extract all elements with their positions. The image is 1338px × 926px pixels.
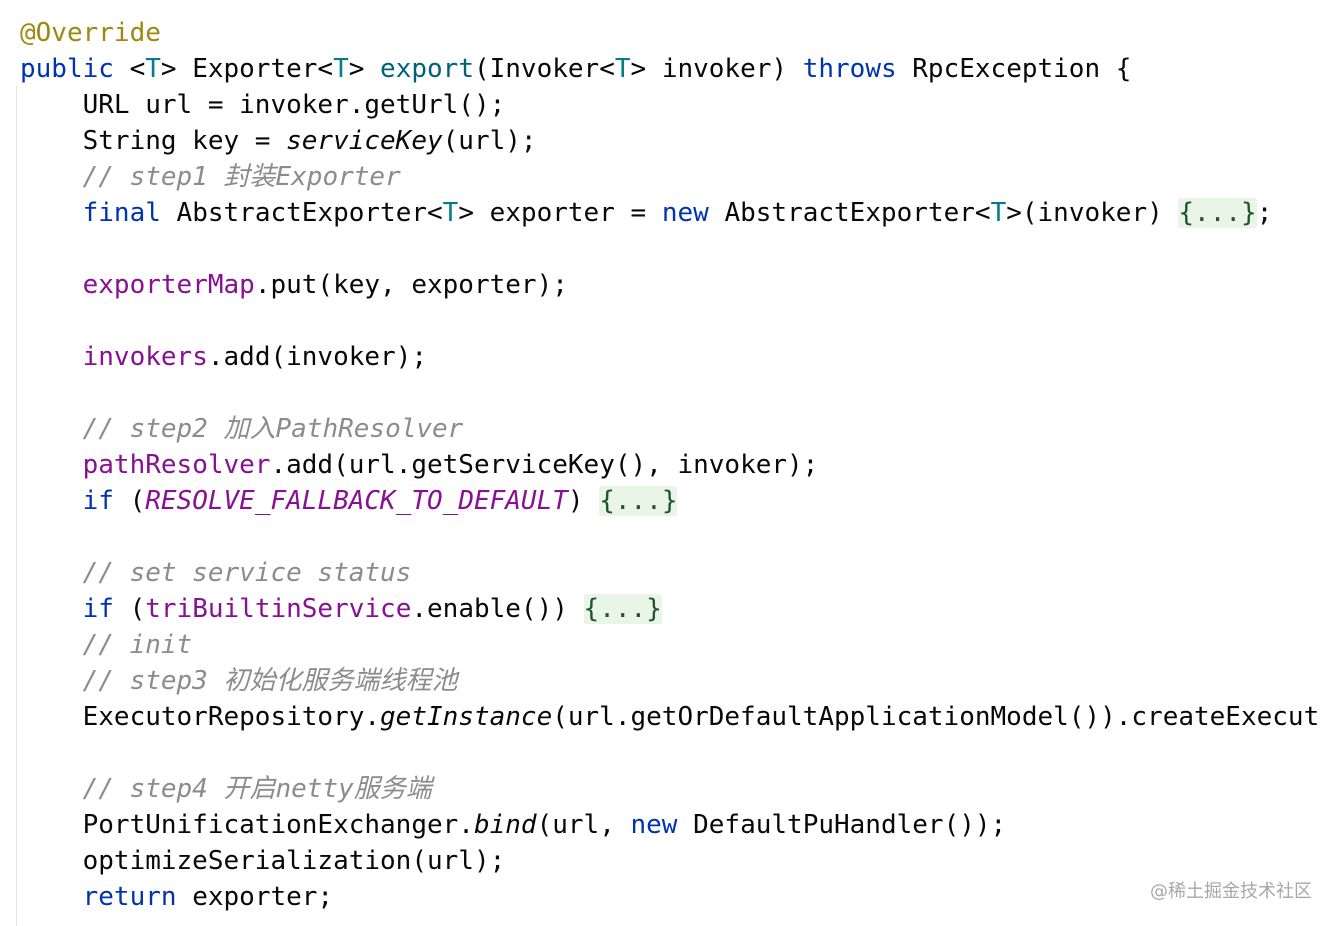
code-text: AbstractExporter< [160,198,443,228]
static-method-call: getInstance [380,702,553,732]
code-text: (url); [442,126,537,156]
keyword: return [82,882,177,912]
code-text: (url, [536,810,631,840]
code-line[interactable]: invokers.add(invoker); [20,339,427,375]
comment: // step4 开启netty服务端 [20,774,432,804]
comment: // init [20,630,193,660]
type-parameter: T [333,54,349,84]
comment: // step3 初始化服务端线程池 [20,666,458,696]
method-name: export [380,54,474,84]
code-text: .add(url.getServiceKey(), invoker); [270,450,819,480]
code-text: ExecutorRepository. [20,702,381,732]
code-text: .enable()) [411,594,584,624]
field-reference: invokers [82,342,208,372]
field-reference: triBuiltinService [145,594,412,624]
folded-code-block[interactable]: {...} [599,486,678,516]
static-method-call: serviceKey [286,126,443,156]
code-text: URL url = invoker.getUrl(); [20,90,506,120]
code-line[interactable]: // init [20,627,193,663]
code-line[interactable]: String key = serviceKey(url); [20,123,537,159]
code-line[interactable]: PortUnificationExchanger.bind(url, new D… [20,807,1007,843]
code-text: ( [113,594,146,624]
annotation: @Override [20,18,161,48]
indent-guide [16,86,17,926]
code-line[interactable]: public <T> Exporter<T> export(Invoker<T>… [20,51,1131,87]
code-line[interactable]: optimizeSerialization(url); [20,843,506,879]
code-text: > exporter = [458,198,662,228]
comment: // set service status [20,558,412,588]
code-text: (Invoker< [473,54,615,84]
field-reference: exporterMap [82,270,255,300]
type-parameter: T [442,198,459,228]
code-line[interactable]: return exporter; [20,879,333,915]
code-line[interactable]: exporterMap.put(key, exporter); [20,267,568,303]
code-line[interactable]: // step4 开启netty服务端 [20,771,432,807]
folded-code-block[interactable]: {...} [1178,198,1257,228]
code-text: > Exporter< [160,54,334,84]
code-line[interactable]: if (triBuiltinService.enable()) {...} [20,591,662,627]
code-text: String key = [20,126,287,156]
static-method-call: bind [473,810,537,840]
code-text: > invoker) [630,54,803,84]
code-text: ( [113,486,146,516]
field-reference: pathResolver [82,450,271,480]
code-line[interactable]: // step2 加入PathResolver [20,411,464,447]
code-text: > [348,54,381,84]
watermark: @稀土掘金技术社区 [1150,881,1312,902]
code-line[interactable]: if (RESOLVE_FALLBACK_TO_DEFAULT) {...} [20,483,678,519]
keyword: final [82,198,161,228]
code-line[interactable]: final AbstractExporter<T> exporter = new… [20,195,1272,231]
comment: // step1 封装Exporter [20,162,401,192]
code-text: AbstractExporter< [708,198,991,228]
code-text: .add(invoker); [207,342,428,372]
comment: // step2 加入PathResolver [20,414,464,444]
folded-code-block[interactable]: {...} [583,594,662,624]
type-parameter: T [990,198,1007,228]
code-editor[interactable]: @Override public <T> Exporter<T> export(… [0,0,1338,926]
code-text: ; [1256,198,1273,228]
keyword: if [82,594,114,624]
code-line[interactable]: ExecutorRepository.getInstance(url.getOr… [20,699,1320,735]
code-line[interactable]: pathResolver.add(url.getServiceKey(), in… [20,447,819,483]
type-parameter: T [145,54,161,84]
code-line[interactable]: // step1 封装Exporter [20,159,401,195]
code-line[interactable]: // set service status [20,555,412,591]
code-text: .put(key, exporter); [254,270,568,300]
code-text: ) [567,486,600,516]
code-line[interactable]: @Override [20,15,161,51]
code-line[interactable]: // step3 初始化服务端线程池 [20,663,458,699]
code-text: PortUnificationExchanger. [20,810,474,840]
keyword: if [82,486,114,516]
keyword: throws [802,54,897,84]
code-text: RpcException { [896,54,1132,84]
type-parameter: T [614,54,631,84]
code-text: DefaultPuHandler()); [677,810,1007,840]
code-line[interactable]: URL url = invoker.getUrl(); [20,87,506,123]
keyword: new [630,810,678,840]
code-text: < [113,54,146,84]
code-text: (url.getOrDefaultApplicationModel()).cre… [552,702,1320,732]
constant-reference: RESOLVE_FALLBACK_TO_DEFAULT [145,486,568,516]
code-text: optimizeSerialization(url); [20,846,506,876]
keyword: new [661,198,709,228]
code-text: >(invoker) [1006,198,1179,228]
keyword: public [20,54,114,84]
code-text: exporter; [176,882,334,912]
